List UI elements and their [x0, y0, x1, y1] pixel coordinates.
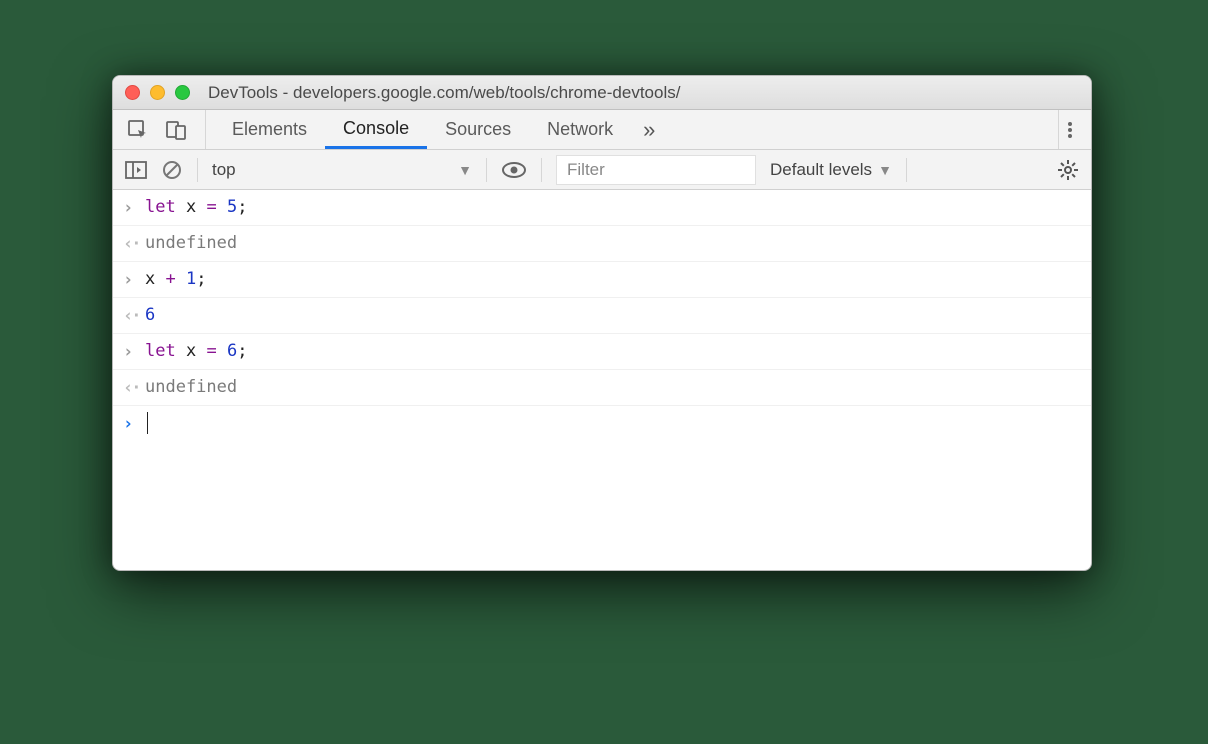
tab-console[interactable]: Console	[325, 110, 427, 149]
console-input[interactable]	[145, 406, 148, 440]
divider	[541, 158, 542, 182]
console-settings-icon[interactable]	[1057, 159, 1079, 181]
show-console-sidebar-icon[interactable]	[125, 160, 147, 180]
window-title: DevTools - developers.google.com/web/too…	[208, 83, 680, 103]
console-input-line: ›x + 1;	[113, 262, 1091, 298]
input-prompt-icon: ›	[123, 262, 145, 297]
minimize-window-button[interactable]	[150, 85, 165, 100]
output-prompt-icon: ‹·	[123, 226, 145, 261]
live-expression-icon[interactable]	[501, 161, 527, 179]
console-text: undefined	[145, 370, 237, 404]
divider	[197, 158, 198, 182]
console-output-line: ‹·undefined	[113, 370, 1091, 406]
output-prompt-icon: ‹·	[123, 298, 145, 333]
output-prompt-icon: ‹·	[123, 370, 145, 405]
titlebar: DevTools - developers.google.com/web/too…	[113, 76, 1091, 110]
devtools-window: DevTools - developers.google.com/web/too…	[112, 75, 1092, 571]
console-input-line: ›let x = 5;	[113, 190, 1091, 226]
tab-network[interactable]: Network	[529, 110, 631, 149]
divider	[906, 158, 907, 182]
console-text: 6	[145, 298, 155, 332]
input-prompt-icon: ›	[123, 190, 145, 225]
clear-console-icon[interactable]	[161, 159, 183, 181]
console-output-line: ‹·undefined	[113, 226, 1091, 262]
device-toolbar-icon[interactable]	[165, 119, 187, 141]
maximize-window-button[interactable]	[175, 85, 190, 100]
inspect-element-icon[interactable]	[127, 119, 149, 141]
console-prompt[interactable]: ›	[113, 406, 1091, 441]
console-output-line: ‹·6	[113, 298, 1091, 334]
tab-sources[interactable]: Sources	[427, 110, 529, 149]
console-input-line: ›let x = 6;	[113, 334, 1091, 370]
close-window-button[interactable]	[125, 85, 140, 100]
devtools-tabbar: Elements Console Sources Network »	[113, 110, 1091, 150]
input-prompt-icon: ›	[123, 334, 145, 369]
console-text: undefined	[145, 226, 237, 260]
console-filter-input[interactable]	[556, 155, 756, 185]
console-text: x + 1;	[145, 262, 207, 296]
input-prompt-icon: ›	[123, 406, 145, 441]
chevron-down-icon: ▼	[878, 162, 892, 178]
console-output: ›let x = 5;‹·undefined›x + 1;‹·6›let x =…	[113, 190, 1091, 441]
divider	[486, 158, 487, 182]
log-levels-select[interactable]: Default levels ▼	[770, 160, 892, 180]
more-tabs-button[interactable]: »	[631, 110, 667, 149]
execution-context-label: top	[212, 160, 236, 180]
log-levels-label: Default levels	[770, 160, 872, 180]
console-toolbar: top ▼ Default levels ▼	[113, 150, 1091, 190]
chevron-down-icon: ▼	[458, 162, 472, 178]
window-controls	[125, 85, 190, 100]
console-text: let x = 6;	[145, 334, 247, 368]
console-text: let x = 5;	[145, 190, 247, 224]
devtools-menu-button[interactable]	[1058, 110, 1081, 149]
tab-elements[interactable]: Elements	[214, 110, 325, 149]
execution-context-select[interactable]: top ▼	[212, 160, 472, 180]
